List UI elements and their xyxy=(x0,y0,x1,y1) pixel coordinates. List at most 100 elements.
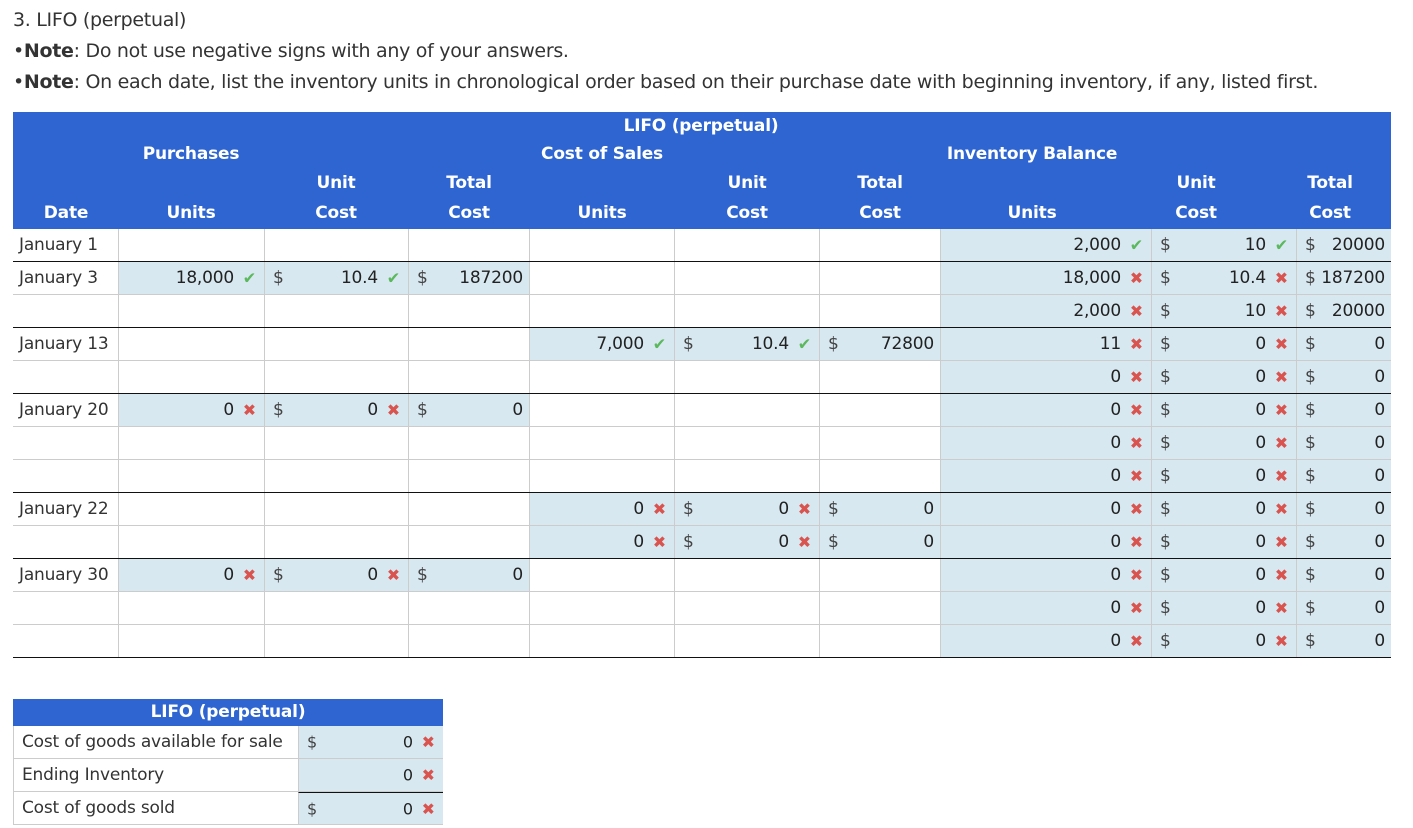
purchases-units-input[interactable]: 18,000 ✔ xyxy=(118,262,264,294)
table-row: January 30 0 ✖ $0 ✖ $0 0 ✖ $0 ✖ $0 xyxy=(13,559,1391,592)
inventory-total-input[interactable]: $0 xyxy=(1296,625,1391,657)
sales-units-input[interactable]: 7,000 ✔ xyxy=(529,328,674,360)
inventory-units-input[interactable]: 2,000 ✖ xyxy=(940,295,1151,327)
purchases-total-input xyxy=(408,460,529,492)
inventory-unit-cost-input[interactable]: $0 ✖ xyxy=(1151,394,1296,426)
inventory-total-input[interactable]: $0 xyxy=(1296,328,1391,360)
col-purchases-units: Units xyxy=(166,203,216,223)
sales-total-input[interactable]: $72800 xyxy=(819,328,940,360)
currency-symbol: $ xyxy=(828,532,839,552)
inventory-total-input[interactable]: $0 xyxy=(1296,559,1391,591)
inventory-units-input[interactable]: 0 ✖ xyxy=(940,625,1151,657)
purchases-total-input xyxy=(408,625,529,657)
purchases-total-input xyxy=(408,361,529,393)
inventory-unit-cost-input[interactable]: $0 ✖ xyxy=(1151,328,1296,360)
inventory-units-input[interactable]: 11 ✖ xyxy=(940,328,1151,360)
cell-value: 10.4 xyxy=(340,268,378,288)
inventory-unit-cost-input[interactable]: $10 ✔ xyxy=(1151,229,1296,261)
summary-title: LIFO (perpetual) xyxy=(13,699,443,726)
inventory-units-input[interactable]: 0 ✖ xyxy=(940,361,1151,393)
inventory-unit-cost-input[interactable]: $0 ✖ xyxy=(1151,625,1296,657)
inventory-units-input[interactable]: 0 ✖ xyxy=(940,427,1151,459)
purchases-units-input xyxy=(118,625,264,657)
summary-value-input[interactable]: $0 ✖ xyxy=(298,726,443,758)
x-icon: ✖ xyxy=(1274,301,1288,321)
check-icon: ✔ xyxy=(1274,235,1288,255)
inventory-unit-cost-input[interactable]: $10 ✖ xyxy=(1151,295,1296,327)
inventory-total-input[interactable]: $20000 xyxy=(1296,295,1391,327)
summary-row: Ending Inventory 0 ✖ xyxy=(13,759,443,792)
inventory-total-input[interactable]: $20000 xyxy=(1296,229,1391,261)
sales-units-input[interactable]: 0 ✖ xyxy=(529,493,674,525)
inventory-total-input[interactable]: $187200 xyxy=(1296,262,1391,294)
sales-units-input[interactable]: 0 ✖ xyxy=(529,526,674,558)
currency-symbol: $ xyxy=(1160,433,1171,453)
cell-value: 0 xyxy=(1110,466,1121,486)
sales-unit-cost-input[interactable]: $0 ✖ xyxy=(674,493,819,525)
summary-value-input[interactable]: $0 ✖ xyxy=(298,792,443,824)
question-heading: 3. LIFO (perpetual) xyxy=(13,9,187,31)
inventory-unit-cost-input[interactable]: $0 ✖ xyxy=(1151,559,1296,591)
inventory-units-input[interactable]: 0 ✖ xyxy=(940,394,1151,426)
purchases-units-input[interactable]: 0 ✖ xyxy=(118,559,264,591)
inventory-unit-cost-input[interactable]: $0 ✖ xyxy=(1151,361,1296,393)
inventory-unit-cost-input[interactable]: $0 ✖ xyxy=(1151,460,1296,492)
purchases-total-input[interactable]: $187200 xyxy=(408,262,529,294)
x-icon: ✖ xyxy=(1129,631,1143,651)
sales-units-input xyxy=(529,394,674,426)
inventory-total-input[interactable]: $0 xyxy=(1296,493,1391,525)
purchases-units-input[interactable]: 0 ✖ xyxy=(118,394,264,426)
table-row: 0 ✖ $0 ✖ $0 0 ✖ $0 ✖ $0 xyxy=(13,526,1391,559)
inventory-units-input[interactable]: 0 ✖ xyxy=(940,460,1151,492)
x-icon: ✖ xyxy=(242,400,256,420)
inventory-units-input[interactable]: 18,000 ✖ xyxy=(940,262,1151,294)
inventory-total-input[interactable]: $0 xyxy=(1296,427,1391,459)
inventory-unit-cost-input[interactable]: $0 ✖ xyxy=(1151,526,1296,558)
inventory-total-input[interactable]: $0 xyxy=(1296,394,1391,426)
purchases-total-input[interactable]: $0 xyxy=(408,559,529,591)
inventory-unit-cost-input[interactable]: $10.4 ✖ xyxy=(1151,262,1296,294)
inventory-total-input[interactable]: $0 xyxy=(1296,361,1391,393)
inventory-units-input[interactable]: 0 ✖ xyxy=(940,592,1151,624)
sales-units-input xyxy=(529,295,674,327)
inventory-unit-cost-input[interactable]: $0 ✖ xyxy=(1151,427,1296,459)
summary-body: Cost of goods available for sale $0 ✖ Endin… xyxy=(13,726,443,825)
currency-symbol: $ xyxy=(1160,598,1171,618)
purchases-unit-cost-input xyxy=(264,427,408,459)
sales-total-input[interactable]: $0 xyxy=(819,526,940,558)
purchases-unit-cost-input[interactable]: $0 ✖ xyxy=(264,559,408,591)
bullet: • xyxy=(13,71,24,93)
inventory-total-input[interactable]: $0 xyxy=(1296,592,1391,624)
summary-value: 0 xyxy=(402,732,413,752)
inventory-units-input[interactable]: 0 ✖ xyxy=(940,526,1151,558)
currency-symbol: $ xyxy=(417,565,428,585)
cell-value: 18,000 xyxy=(1062,268,1121,288)
purchases-total-input[interactable]: $0 xyxy=(408,394,529,426)
cell-value: 20000 xyxy=(1331,235,1385,255)
inventory-unit-cost-input[interactable]: $0 ✖ xyxy=(1151,592,1296,624)
summary-value-input[interactable]: 0 ✖ xyxy=(298,759,443,791)
inventory-total-input[interactable]: $0 xyxy=(1296,526,1391,558)
sales-unit-cost-input[interactable]: $10.4 ✔ xyxy=(674,328,819,360)
date-cell xyxy=(13,361,118,393)
sales-total-input[interactable]: $0 xyxy=(819,493,940,525)
inventory-units-input[interactable]: 0 ✖ xyxy=(940,493,1151,525)
cell-value: 0 xyxy=(1374,334,1385,354)
inventory-unit-cost-input[interactable]: $0 ✖ xyxy=(1151,493,1296,525)
col-purchases-total-cost: Cost xyxy=(448,203,490,223)
sales-total-input xyxy=(819,427,940,459)
purchases-unit-cost-input[interactable]: $0 ✖ xyxy=(264,394,408,426)
inventory-units-input[interactable]: 2,000 ✔ xyxy=(940,229,1151,261)
x-icon: ✖ xyxy=(386,565,400,585)
purchases-units-input xyxy=(118,427,264,459)
x-icon: ✖ xyxy=(421,732,435,752)
inventory-total-input[interactable]: $0 xyxy=(1296,460,1391,492)
purchases-unit-cost-input[interactable]: $10.4 ✔ xyxy=(264,262,408,294)
inventory-units-input[interactable]: 0 ✖ xyxy=(940,559,1151,591)
check-icon: ✔ xyxy=(1129,235,1143,255)
cell-value: 0 xyxy=(223,565,234,585)
currency-symbol: $ xyxy=(273,565,284,585)
sales-unit-cost-input[interactable]: $0 ✖ xyxy=(674,526,819,558)
currency-symbol: $ xyxy=(1305,433,1316,453)
table-row: 0 ✖ $0 ✖ $0 xyxy=(13,625,1391,658)
